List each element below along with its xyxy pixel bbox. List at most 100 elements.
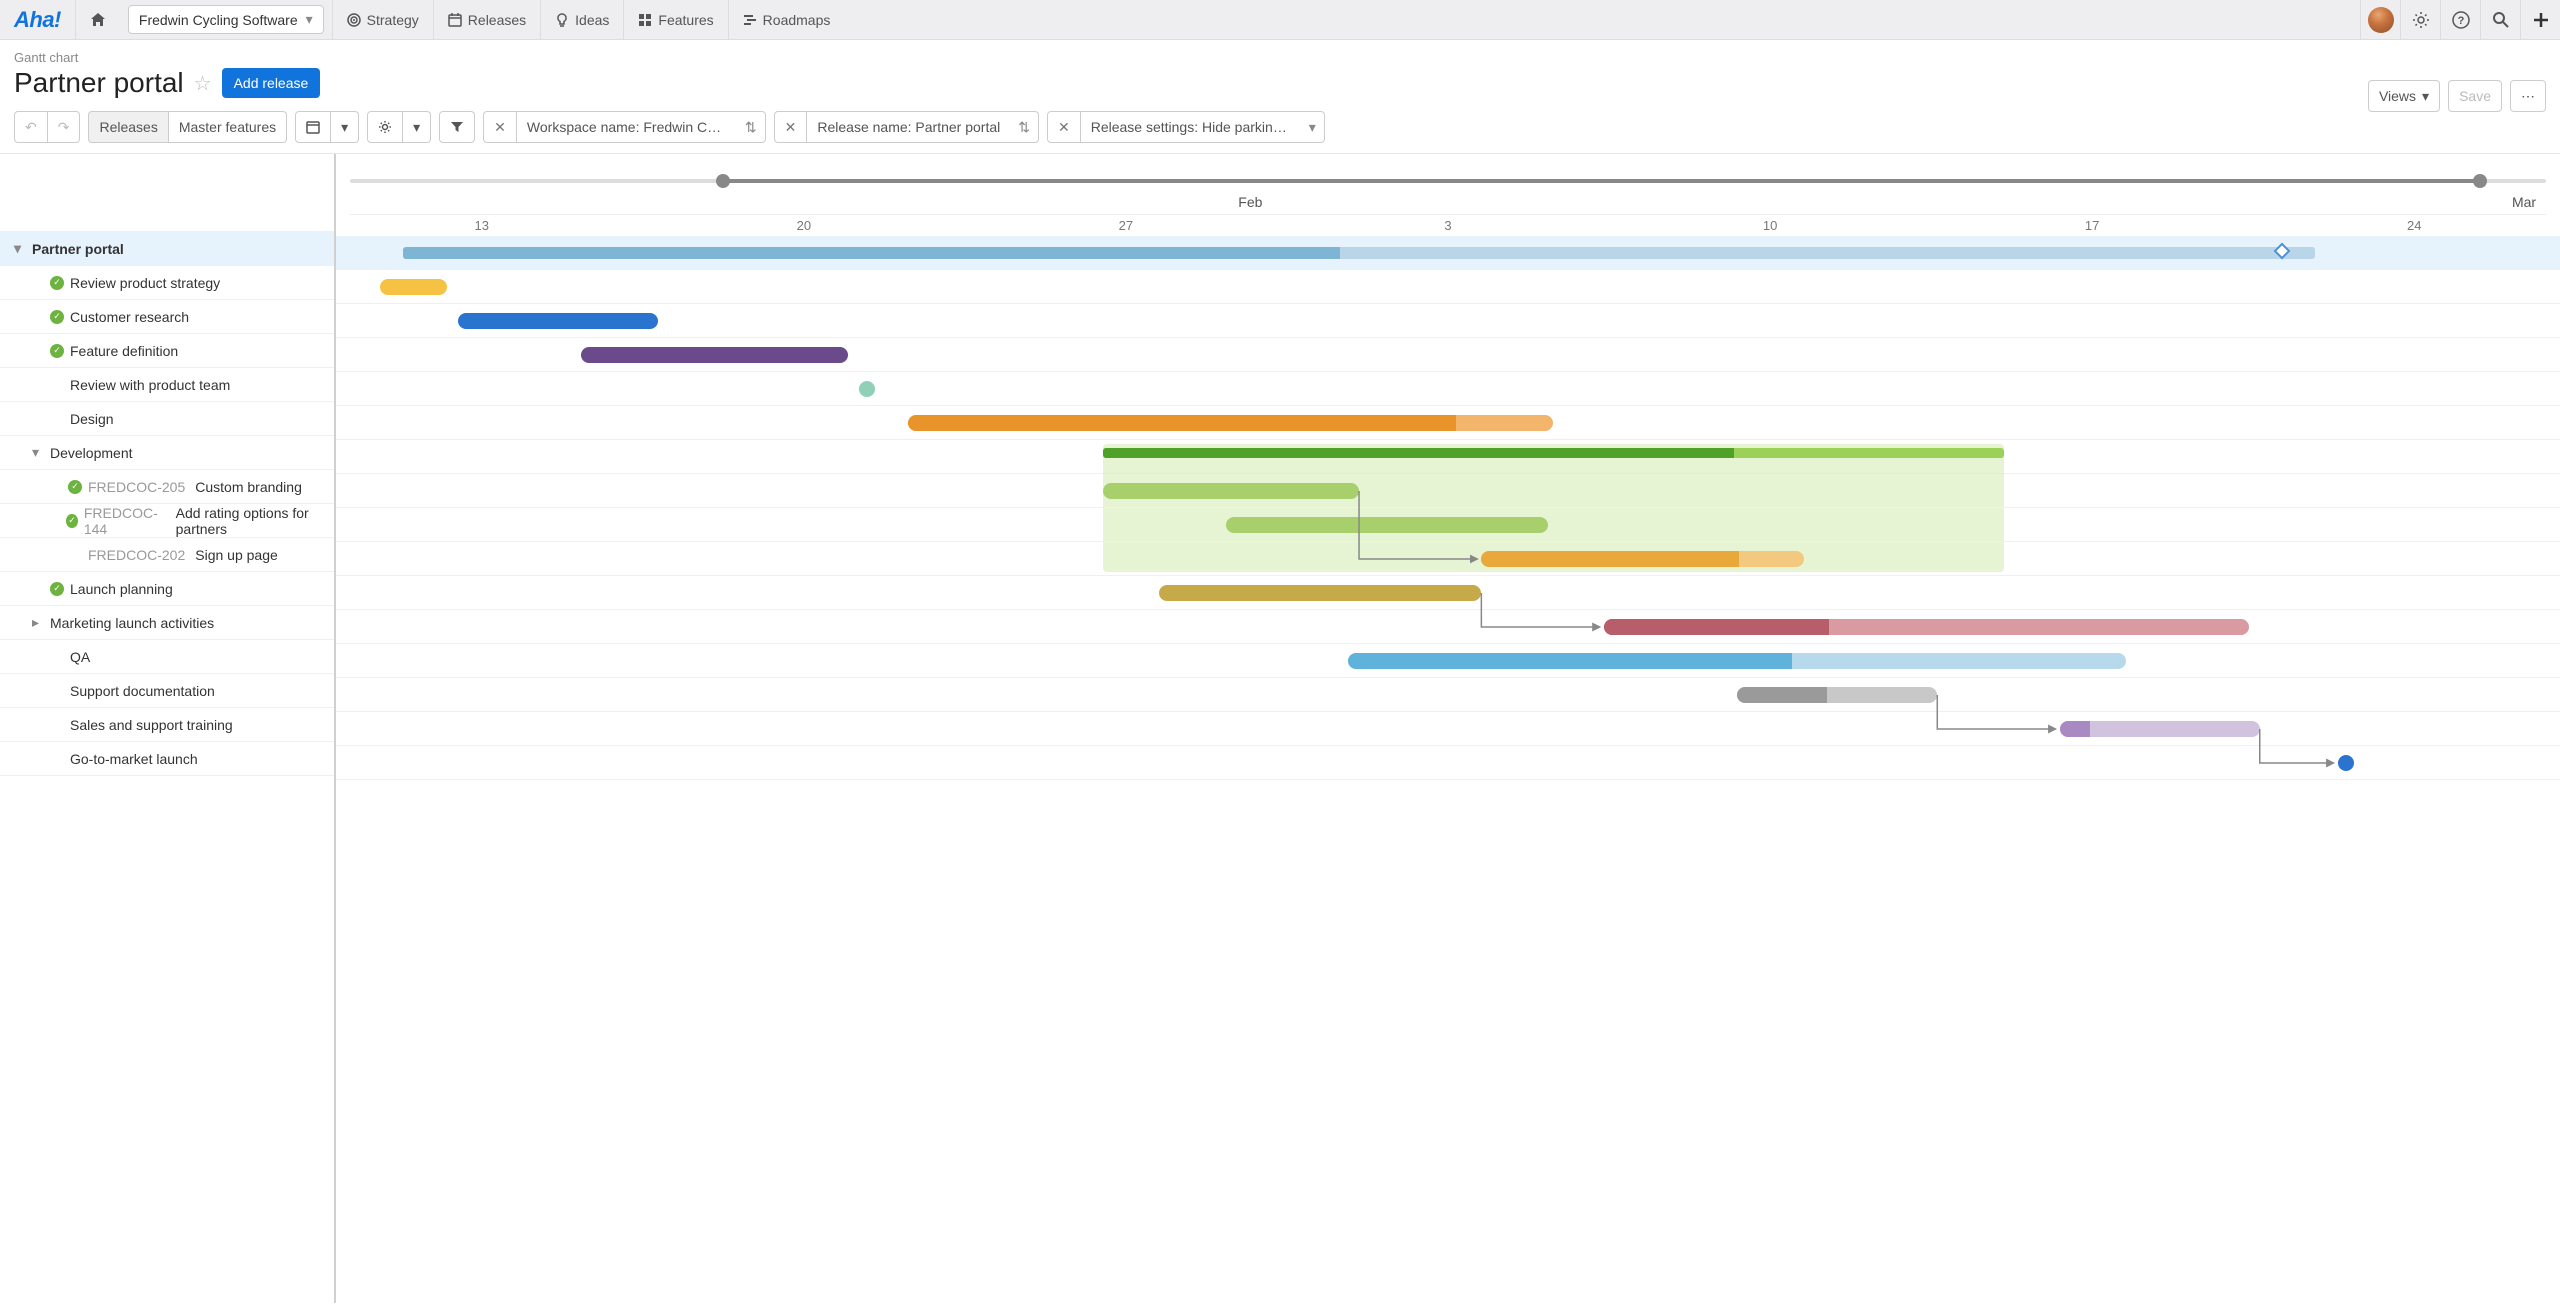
gantt-row-launch-planning[interactable] [336, 576, 2560, 610]
milestone-dot[interactable] [859, 381, 875, 397]
add-release-button[interactable]: Add release [222, 68, 321, 98]
updown-icon[interactable]: ⇅ [1010, 119, 1038, 136]
task-bar[interactable] [1103, 483, 1359, 499]
workspace-selector[interactable]: Fredwin Cycling Software ▾ [128, 5, 324, 34]
date-tick: 27 [1119, 218, 1133, 233]
task-bar[interactable] [1159, 585, 1481, 601]
filter-remove-icon[interactable]: ✕ [484, 112, 517, 142]
row-label: Sales and support training [70, 717, 233, 733]
gantt-row-training[interactable] [336, 712, 2560, 746]
filter-button[interactable] [439, 111, 475, 143]
task-bar[interactable] [581, 347, 848, 363]
timeline-scrubber[interactable] [350, 176, 2546, 186]
gantt-row-custom-branding[interactable] [336, 474, 2560, 508]
chevron-down-icon: ▾ [413, 119, 420, 136]
chevron-down-icon[interactable]: ▾ [1301, 119, 1324, 136]
gantt-chart[interactable]: FebMar 1320273101724 [336, 154, 2560, 1303]
settings-dropdown[interactable]: ▾ [403, 111, 431, 143]
filter-remove-icon[interactable]: ✕ [775, 112, 808, 142]
more-button[interactable]: ⋯ [2510, 80, 2546, 112]
task-bar[interactable] [1348, 653, 2126, 669]
nav-ideas[interactable]: Ideas [540, 0, 623, 40]
filter-release-settings[interactable]: ✕ Release settings: Hide parking lots, H… [1047, 111, 1325, 143]
task-bar[interactable] [458, 313, 658, 329]
logo[interactable]: Aha! [0, 7, 75, 33]
gantt-row-review-strategy[interactable] [336, 270, 2560, 304]
home-button[interactable] [75, 0, 120, 40]
task-bar[interactable] [1737, 687, 1937, 703]
gantt-row-design[interactable] [336, 406, 2560, 440]
group-bar[interactable] [1103, 448, 2004, 458]
gantt-row-partner-portal[interactable] [336, 236, 2560, 270]
sidebar-row-feature-def[interactable]: ✓Feature definition [0, 334, 334, 368]
gantt-row-qa[interactable] [336, 644, 2560, 678]
gantt-row-marketing[interactable] [336, 610, 2560, 644]
sidebar-row-review-team[interactable]: Review with product team [0, 368, 334, 402]
scrubber-handle-left[interactable] [716, 174, 730, 188]
filter-release[interactable]: ✕ Release name: Partner portal ⇅ [774, 111, 1039, 143]
sidebar-row-marketing[interactable]: ▸Marketing launch activities [0, 606, 334, 640]
sidebar-row-rating-options[interactable]: ✓FREDCOC-144Add rating options for partn… [0, 504, 334, 538]
check-icon: ✓ [68, 480, 82, 494]
sidebar-row-qa[interactable]: QA [0, 640, 334, 674]
sidebar-row-review-strategy[interactable]: ✓Review product strategy [0, 266, 334, 300]
row-label: Partner portal [32, 241, 124, 257]
gantt-row-development[interactable] [336, 440, 2560, 474]
help-button[interactable]: ? [2440, 0, 2480, 40]
undo-icon: ↶ [25, 119, 37, 136]
task-bar[interactable] [1604, 619, 2249, 635]
views-button[interactable]: Views ▾ [2368, 80, 2440, 112]
chevron-down-icon[interactable]: ▾ [32, 444, 44, 461]
gantt-row-feature-def[interactable] [336, 338, 2560, 372]
gantt-row-review-team[interactable] [336, 372, 2560, 406]
gantt-row-signup-page[interactable] [336, 542, 2560, 576]
updown-icon[interactable]: ⇅ [737, 119, 765, 136]
nav-roadmaps[interactable]: Roadmaps [728, 0, 845, 40]
filter-remove-icon[interactable]: ✕ [1048, 112, 1081, 142]
sidebar-row-custom-branding[interactable]: ✓FREDCOC-205Custom branding [0, 470, 334, 504]
sidebar-row-signup-page[interactable]: FREDCOC-202Sign up page [0, 538, 334, 572]
date-range-dropdown[interactable]: ▾ [331, 111, 359, 143]
tab-master-features[interactable]: Master features [169, 111, 287, 143]
undo-button[interactable]: ↶ [14, 111, 48, 143]
gantt-row-gtm[interactable] [336, 746, 2560, 780]
sidebar-row-development[interactable]: ▾Development [0, 436, 334, 470]
sidebar-row-design[interactable]: Design [0, 402, 334, 436]
user-avatar[interactable] [2360, 0, 2400, 40]
redo-button[interactable]: ↷ [48, 111, 81, 143]
chevron-down-icon[interactable]: ▾ [14, 240, 26, 257]
gantt-row-support-doc[interactable] [336, 678, 2560, 712]
settings-toolbar-button[interactable] [367, 111, 403, 143]
row-label: Sign up page [195, 547, 278, 563]
task-bar[interactable] [1226, 517, 1548, 533]
nav-features[interactable]: Features [623, 0, 727, 40]
nav-releases[interactable]: Releases [433, 0, 540, 40]
search-button[interactable] [2480, 0, 2520, 40]
gantt-row-rating-options[interactable] [336, 508, 2560, 542]
tab-releases[interactable]: Releases [88, 111, 168, 143]
sidebar-row-customer-research[interactable]: ✓Customer research [0, 300, 334, 334]
settings-button[interactable] [2400, 0, 2440, 40]
favorite-star-icon[interactable]: ☆ [194, 71, 212, 96]
save-button[interactable]: Save [2448, 80, 2502, 112]
gantt-row-customer-research[interactable] [336, 304, 2560, 338]
milestone-dot[interactable] [2338, 755, 2354, 771]
sidebar-row-gtm[interactable]: Go-to-market launch [0, 742, 334, 776]
sidebar-row-partner-portal[interactable]: ▾ Partner portal [0, 232, 334, 266]
row-label: Review with product team [70, 377, 230, 393]
sidebar-row-training[interactable]: Sales and support training [0, 708, 334, 742]
add-button[interactable] [2520, 0, 2560, 40]
task-bar[interactable] [1481, 551, 1803, 567]
task-bar[interactable] [2060, 721, 2260, 737]
task-bar[interactable] [908, 415, 1553, 431]
date-range-button[interactable] [295, 111, 331, 143]
filter-workspace[interactable]: ✕ Workspace name: Fredwin Cycling Soft..… [483, 111, 765, 143]
task-bar[interactable] [380, 279, 447, 295]
sidebar-row-launch-planning[interactable]: ✓Launch planning [0, 572, 334, 606]
workspace-name: Fredwin Cycling Software [139, 12, 298, 28]
scrubber-handle-right[interactable] [2473, 174, 2487, 188]
nav-strategy[interactable]: Strategy [332, 0, 433, 40]
summary-bar[interactable] [403, 247, 2316, 259]
sidebar-row-support-doc[interactable]: Support documentation [0, 674, 334, 708]
chevron-right-icon[interactable]: ▸ [32, 614, 44, 631]
